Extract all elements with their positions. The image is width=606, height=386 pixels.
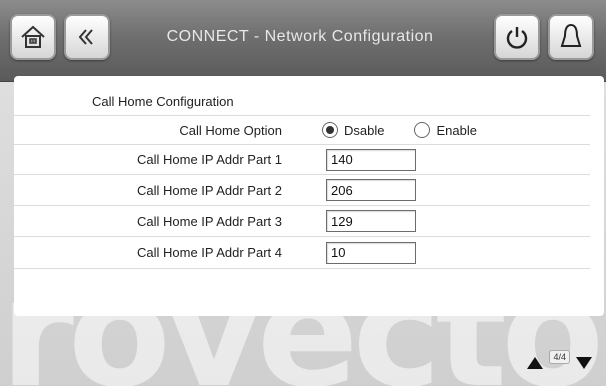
call-home-option-radios: Dsable Enable (322, 116, 507, 144)
ip-part-2-row: Call Home IP Addr Part 2 206 (14, 175, 590, 206)
radio-enable[interactable]: Enable (414, 122, 477, 138)
ip-part-4-row: Call Home IP Addr Part 4 10 (14, 237, 590, 269)
call-home-option-label: Call Home Option (179, 122, 282, 138)
radio-disable-label: Dsable (344, 122, 385, 138)
ip-part-1-row: Call Home IP Addr Part 1 140 (14, 145, 590, 175)
radio-disable[interactable]: Dsable (322, 122, 384, 138)
page-title: CONNECT - Network Configuration (166, 28, 434, 45)
touchscreen: CONNECT - Network Configuration rovector… (0, 0, 606, 386)
pagination: 4/4 (527, 348, 592, 378)
ip-part-2-label: Call Home IP Addr Part 2 (137, 182, 282, 198)
section-title: Call Home Configuration (92, 94, 234, 109)
section-header-row: Call Home Configuration (14, 88, 590, 116)
call-home-option-row: Call Home Option Dsable Enable (14, 116, 590, 145)
page-down-arrow-icon[interactable] (576, 357, 592, 369)
radio-enable-label: Enable (436, 122, 477, 138)
page-up-arrow-icon[interactable] (527, 357, 544, 369)
watermark-text: rovector (0, 274, 606, 386)
ip-part-4-value-cell: 10 (326, 237, 416, 268)
home-icon (18, 22, 48, 52)
back-button[interactable] (64, 14, 110, 60)
header-bar: CONNECT - Network Configuration (0, 0, 606, 82)
radio-selected-icon (322, 122, 338, 138)
bell-icon (557, 22, 585, 52)
ip-part-3-label: Call Home IP Addr Part 3 (137, 213, 282, 229)
power-button[interactable] (494, 14, 540, 60)
back-chevrons-icon (74, 24, 100, 50)
ip-part-2-value-cell: 206 (326, 175, 416, 205)
ip-part-3-row: Call Home IP Addr Part 3 129 (14, 206, 590, 237)
ip-part-3-value-cell: 129 (326, 206, 416, 236)
ip-part-2-input[interactable]: 206 (326, 179, 416, 201)
ip-part-4-input[interactable]: 10 (326, 241, 416, 264)
ip-part-1-input[interactable]: 140 (326, 148, 416, 171)
ip-part-1-label: Call Home IP Addr Part 1 (137, 152, 282, 167)
radio-unselected-icon (414, 122, 431, 138)
ip-part-3-input[interactable]: 129 (326, 210, 416, 232)
home-button[interactable] (10, 14, 56, 60)
power-icon (503, 23, 531, 51)
ip-part-4-label: Call Home IP Addr Part 4 (137, 245, 282, 260)
ip-part-1-value-cell: 140 (326, 145, 416, 174)
alarm-button[interactable] (548, 14, 594, 60)
page-indicator: 4/4 (549, 350, 570, 364)
